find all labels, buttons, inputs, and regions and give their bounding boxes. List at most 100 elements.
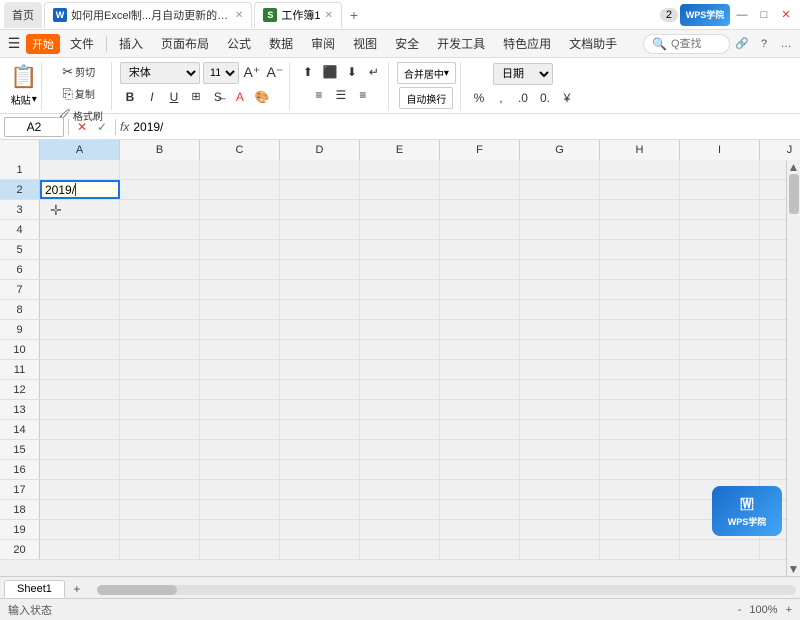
cell-C2[interactable] <box>200 180 280 199</box>
cell-C5[interactable] <box>200 240 280 259</box>
cell-D13[interactable] <box>280 400 360 419</box>
cell-D10[interactable] <box>280 340 360 359</box>
cell-C12[interactable] <box>200 380 280 399</box>
row-header-17[interactable]: 17 <box>0 480 40 499</box>
cell-E9[interactable] <box>360 320 440 339</box>
cell-D20[interactable] <box>280 540 360 559</box>
cell-E12[interactable] <box>360 380 440 399</box>
cell-C18[interactable] <box>200 500 280 519</box>
menu-hamburger[interactable]: ☰ <box>4 34 24 54</box>
cell-D11[interactable] <box>280 360 360 379</box>
cell-E17[interactable] <box>360 480 440 499</box>
cell-F4[interactable] <box>440 220 520 239</box>
menu-security[interactable]: 安全 <box>387 32 427 55</box>
cell-J16[interactable] <box>760 460 786 479</box>
cell-E13[interactable] <box>360 400 440 419</box>
cell-F15[interactable] <box>440 440 520 459</box>
cell-G9[interactable] <box>520 320 600 339</box>
cell-G5[interactable] <box>520 240 600 259</box>
h-scroll-track[interactable] <box>97 585 796 595</box>
cell-G11[interactable] <box>520 360 600 379</box>
cell-A10[interactable] <box>40 340 120 359</box>
cell-H16[interactable] <box>600 460 680 479</box>
cell-H4[interactable] <box>600 220 680 239</box>
decimal-dec-button[interactable]: 0. <box>535 88 555 108</box>
cell-G1[interactable] <box>520 160 600 179</box>
cell-E1[interactable] <box>360 160 440 179</box>
zoom-in-button[interactable]: + <box>786 604 792 616</box>
cell-C9[interactable] <box>200 320 280 339</box>
cell-G13[interactable] <box>520 400 600 419</box>
row-header-1[interactable]: 1 <box>0 160 40 179</box>
font-family-select[interactable]: 宋体 <box>120 62 200 84</box>
cell-H17[interactable] <box>600 480 680 499</box>
cell-J12[interactable] <box>760 380 786 399</box>
cell-G3[interactable] <box>520 200 600 219</box>
cell-J8[interactable] <box>760 300 786 319</box>
cell-D5[interactable] <box>280 240 360 259</box>
col-header-i[interactable]: I <box>680 140 760 160</box>
cell-D7[interactable] <box>280 280 360 299</box>
search-input[interactable] <box>671 38 721 50</box>
cell-J3[interactable] <box>760 200 786 219</box>
cell-D1[interactable] <box>280 160 360 179</box>
cell-E4[interactable] <box>360 220 440 239</box>
align-middle-button[interactable]: ⬛ <box>320 62 340 82</box>
strikethrough-button[interactable]: S̶ <box>208 87 228 107</box>
autowrap-button[interactable]: 自动换行 <box>399 87 453 109</box>
cell-H13[interactable] <box>600 400 680 419</box>
cell-H10[interactable] <box>600 340 680 359</box>
maximize-button[interactable]: □ <box>754 5 774 25</box>
cell-G12[interactable] <box>520 380 600 399</box>
row-header-9[interactable]: 9 <box>0 320 40 339</box>
cell-B12[interactable] <box>120 380 200 399</box>
scroll-thumb[interactable] <box>789 174 799 214</box>
cell-I14[interactable] <box>680 420 760 439</box>
cell-A1[interactable] <box>40 160 120 179</box>
paste-button[interactable]: 📋 <box>10 64 37 90</box>
cell-I1[interactable] <box>680 160 760 179</box>
cell-A7[interactable] <box>40 280 120 299</box>
cell-E19[interactable] <box>360 520 440 539</box>
more-icon[interactable]: … <box>776 34 796 54</box>
col-header-a[interactable]: A <box>40 140 120 160</box>
scroll-down-button[interactable]: ▼ <box>788 562 800 576</box>
cell-I20[interactable] <box>680 540 760 559</box>
menu-start[interactable]: 开始 <box>26 34 60 54</box>
tab2[interactable]: S 工作簿1 ✕ <box>254 2 342 28</box>
cell-B9[interactable] <box>120 320 200 339</box>
cell-A17[interactable] <box>40 480 120 499</box>
cell-E5[interactable] <box>360 240 440 259</box>
row-header-11[interactable]: 11 <box>0 360 40 379</box>
cell-D15[interactable] <box>280 440 360 459</box>
cell-G16[interactable] <box>520 460 600 479</box>
cell-D14[interactable] <box>280 420 360 439</box>
cell-A18[interactable] <box>40 500 120 519</box>
cell-J15[interactable] <box>760 440 786 459</box>
cell-F9[interactable] <box>440 320 520 339</box>
cell-C11[interactable] <box>200 360 280 379</box>
cell-C19[interactable] <box>200 520 280 539</box>
bold-button[interactable]: B <box>120 87 140 107</box>
cell-C14[interactable] <box>200 420 280 439</box>
cell-E14[interactable] <box>360 420 440 439</box>
menu-data[interactable]: 数据 <box>261 32 301 55</box>
minimize-button[interactable]: — <box>732 5 752 25</box>
italic-button[interactable]: I <box>142 87 162 107</box>
cell-E6[interactable] <box>360 260 440 279</box>
align-bottom-button[interactable]: ⬇ <box>342 62 362 82</box>
cell-I13[interactable] <box>680 400 760 419</box>
row-header-7[interactable]: 7 <box>0 280 40 299</box>
cell-F14[interactable] <box>440 420 520 439</box>
sheet-tab-sheet1[interactable]: Sheet1 <box>4 580 65 598</box>
cell-J14[interactable] <box>760 420 786 439</box>
decimal-inc-button[interactable]: .0 <box>513 88 533 108</box>
cell-E7[interactable] <box>360 280 440 299</box>
cell-I10[interactable] <box>680 340 760 359</box>
font-size-select[interactable]: 11 <box>203 62 239 84</box>
cell-J9[interactable] <box>760 320 786 339</box>
cell-C1[interactable] <box>200 160 280 179</box>
cell-A13[interactable] <box>40 400 120 419</box>
cell-J11[interactable] <box>760 360 786 379</box>
percent-button[interactable]: % <box>469 88 489 108</box>
